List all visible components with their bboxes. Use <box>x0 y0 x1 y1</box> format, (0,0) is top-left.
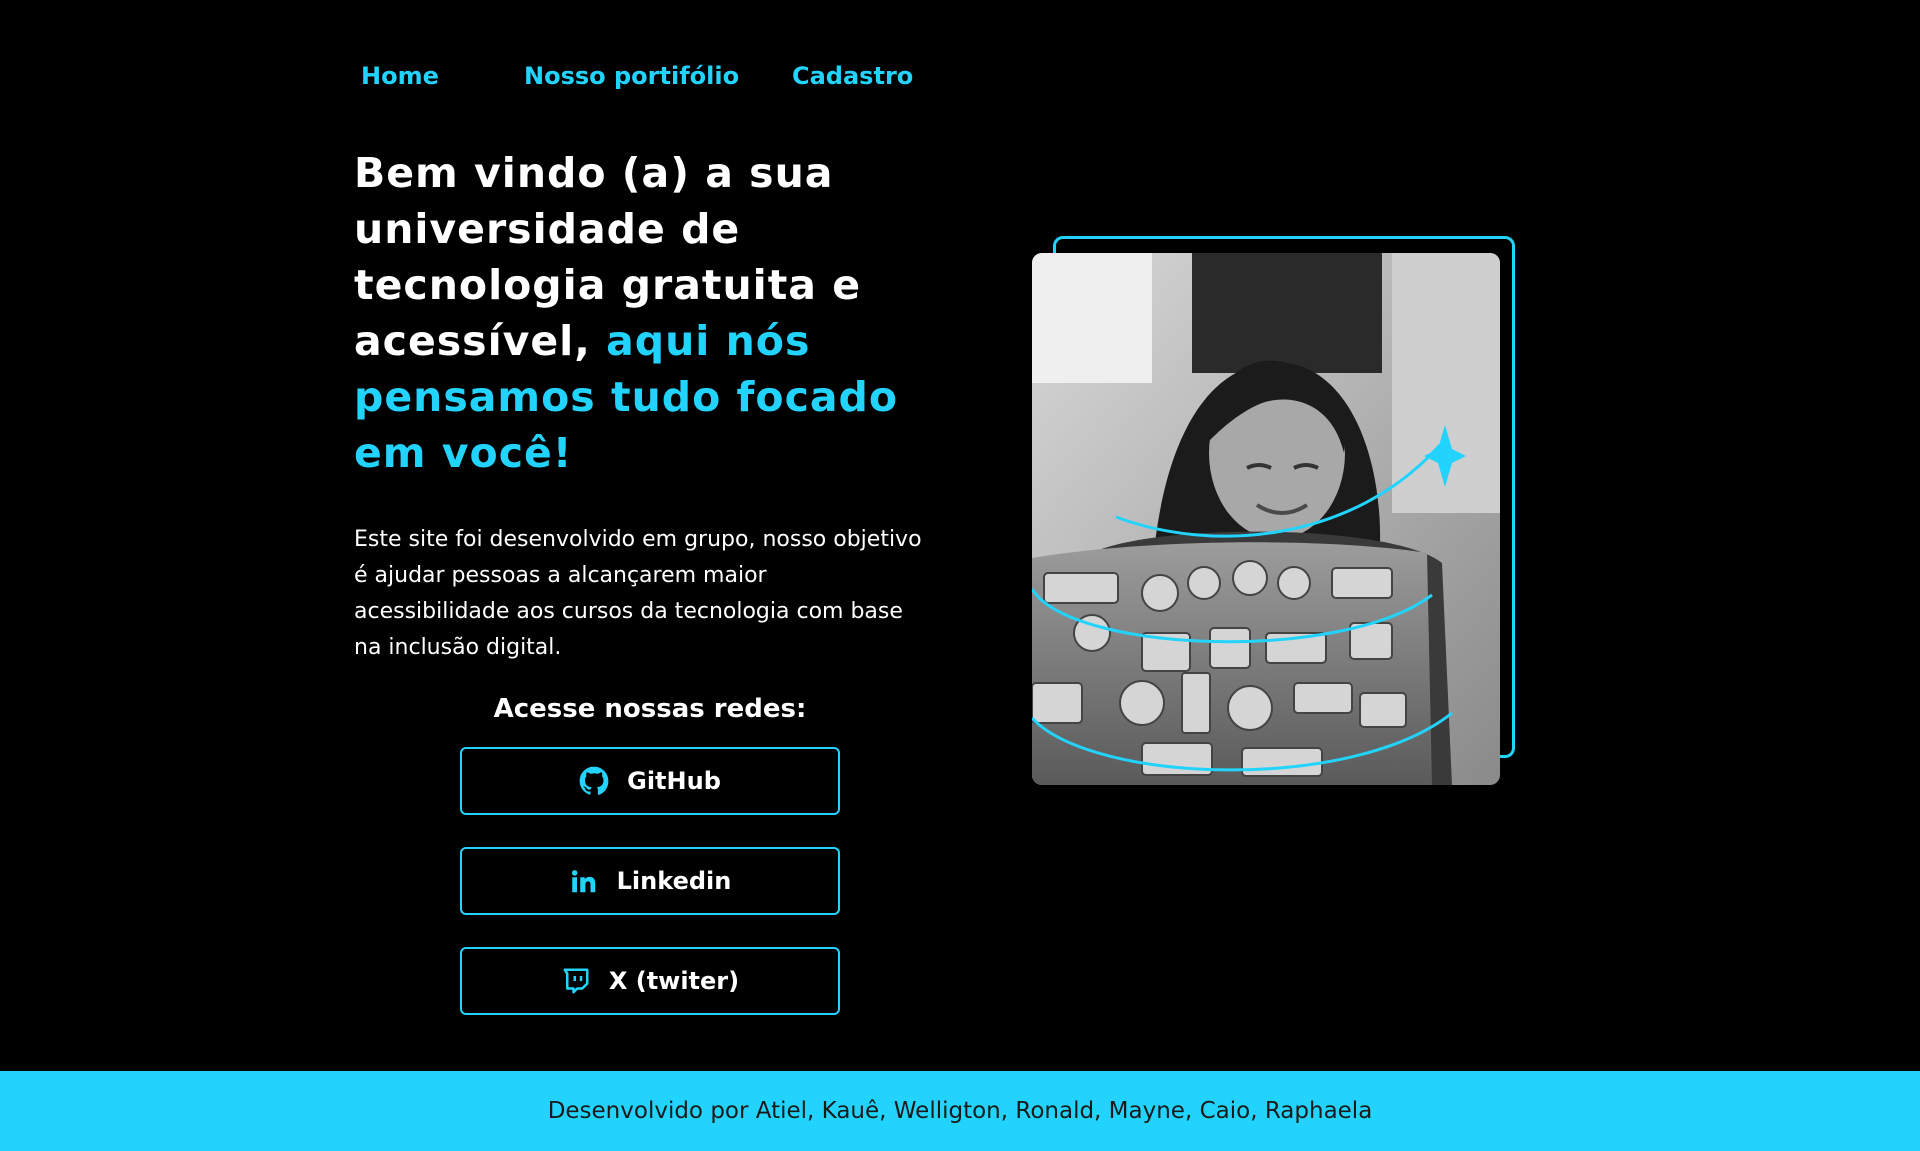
linkedin-button[interactable]: Linkedin <box>460 847 840 915</box>
main-nav: Home Nosso portifólio Cadastro <box>0 62 1920 102</box>
linkedin-button-label: Linkedin <box>616 867 732 895</box>
hero-visual <box>1026 232 1526 792</box>
social-title: Acesse nossas redes: <box>493 694 807 724</box>
footer-credits: Desenvolvido por Atiel, Kauê, Welligton,… <box>547 1098 1373 1124</box>
github-icon <box>579 766 609 796</box>
hero-photo <box>1032 253 1500 785</box>
github-button-label: GitHub <box>627 767 721 795</box>
twitch-icon <box>561 966 591 996</box>
footer: Desenvolvido por Atiel, Kauê, Welligton,… <box>0 1071 1920 1151</box>
nav-link-portfolio[interactable]: Nosso portifólio <box>524 62 739 90</box>
github-button[interactable]: GitHub <box>460 747 840 815</box>
hero-title: Bem vindo (a) a sua universidade de tecn… <box>354 145 954 481</box>
x-twitter-button-label: X (twiter) <box>608 967 740 995</box>
linkedin-icon <box>569 866 599 896</box>
x-twitter-button[interactable]: X (twiter) <box>460 947 840 1015</box>
nav-link-home[interactable]: Home <box>361 62 439 90</box>
hero-description: Este site foi desenvolvido em grupo, nos… <box>354 527 922 660</box>
nav-link-cadastro[interactable]: Cadastro <box>792 62 913 90</box>
